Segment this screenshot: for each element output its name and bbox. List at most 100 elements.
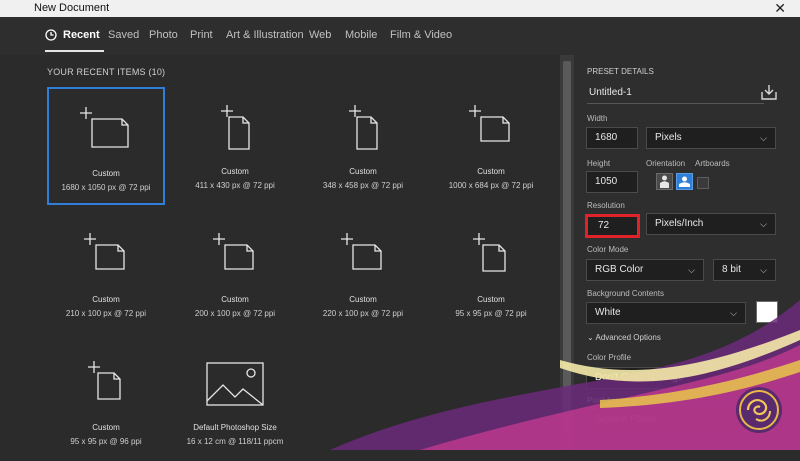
item-dimensions: 411 x 430 px @ 72 ppi <box>195 181 275 190</box>
tab-film-video[interactable]: Film & Video <box>390 17 452 55</box>
color-mode-select[interactable]: RGB Color ⌵ <box>586 259 704 281</box>
category-tabs: Recent Saved Photo Print Art & Illustrat… <box>0 17 800 55</box>
chevron-down-icon: ⌵ <box>760 219 767 229</box>
height-label: Height <box>587 159 611 168</box>
item-dimensions: 1680 x 1050 px @ 72 ppi <box>61 183 151 192</box>
blank-document-icon <box>84 233 125 270</box>
blank-document-icon <box>80 107 129 148</box>
recent-item[interactable]: Custom 95 x 95 px @ 72 ppi <box>432 215 550 333</box>
item-dimensions: 220 x 100 px @ 72 ppi <box>322 309 404 318</box>
color-mode-value: RGB Color <box>595 264 644 275</box>
recent-item[interactable]: Default Photoshop Size 16 x 12 cm @ 118/… <box>176 343 294 461</box>
preset-details-heading: PRESET DETAILS <box>587 67 654 76</box>
close-icon[interactable]: ✕ <box>774 0 786 16</box>
item-dimensions: 348 x 458 px @ 72 ppi <box>322 181 404 190</box>
width-label: Width <box>587 114 608 123</box>
chevron-down-icon: ⌵ <box>730 308 737 318</box>
chevron-down-icon: ⌄ <box>587 333 594 342</box>
artboards-label: Artboards <box>695 159 730 168</box>
item-name: Custom <box>349 295 377 304</box>
recent-item[interactable]: Custom 348 x 458 px @ 72 ppi <box>304 87 422 205</box>
height-input[interactable]: 1050 <box>586 171 638 193</box>
item-name: Custom <box>92 169 120 178</box>
resolution-label: Resolution <box>587 201 625 210</box>
recent-items-panel: YOUR RECENT ITEMS (10) Custom 1680 x 105… <box>0 55 560 450</box>
tab-print[interactable]: Print <box>190 17 213 55</box>
tab-photo[interactable]: Photo <box>149 17 178 55</box>
resolution-input[interactable]: 72 <box>585 214 640 238</box>
bit-depth-select[interactable]: 8 bit ⌵ <box>713 259 776 281</box>
advanced-options-label: Advanced Options <box>595 333 661 342</box>
item-dimensions: 95 x 95 px @ 96 ppi <box>70 437 142 446</box>
recent-item[interactable]: Custom 95 x 95 px @ 96 ppi <box>47 343 165 461</box>
tab-art-illustration[interactable]: Art & Illustration <box>226 17 304 55</box>
tab-recent[interactable]: Recent <box>45 17 104 55</box>
recent-items-heading: YOUR RECENT ITEMS (10) <box>47 67 166 77</box>
recent-scrollbar[interactable] <box>560 55 574 450</box>
item-dimensions: 95 x 95 px @ 72 ppi <box>455 309 527 318</box>
background-contents-select[interactable]: White ⌵ <box>586 302 746 324</box>
item-name: Custom <box>92 295 120 304</box>
blank-document-icon <box>349 105 378 150</box>
bit-depth-value: 8 bit <box>722 264 741 275</box>
landscape-person-icon <box>679 176 690 187</box>
chevron-down-icon: ⌵ <box>760 133 767 143</box>
item-name: Custom <box>477 295 505 304</box>
item-name: Custom <box>349 167 377 176</box>
image-placeholder-icon <box>206 362 264 406</box>
landscape-orientation-button[interactable] <box>676 173 693 190</box>
recent-item[interactable]: Custom 220 x 100 px @ 72 ppi <box>304 215 422 333</box>
tab-label: Recent <box>63 29 100 41</box>
item-dimensions: 1000 x 684 px @ 72 ppi <box>448 181 534 190</box>
blank-document-icon <box>473 233 506 272</box>
width-unit-value: Pixels <box>655 132 682 143</box>
color-profile-label: Color Profile <box>587 353 632 362</box>
pixel-aspect-label: Pixel Aspect Ratio <box>587 396 652 405</box>
recent-item[interactable]: Custom 1000 x 684 px @ 72 ppi <box>432 87 550 205</box>
item-name: Custom <box>221 295 249 304</box>
blank-document-icon <box>469 105 510 142</box>
watermark-logo <box>736 387 782 433</box>
resolution-unit-select[interactable]: Pixels/Inch ⌵ <box>646 213 776 235</box>
item-name: Custom <box>477 167 505 176</box>
item-name: Default Photoshop Size <box>193 423 277 432</box>
scroll-thumb[interactable] <box>563 61 571 436</box>
recent-item[interactable]: Custom 411 x 430 px @ 72 ppi <box>176 87 294 205</box>
chevron-down-icon: ⌵ <box>760 265 767 275</box>
item-dimensions: 200 x 100 px @ 72 ppi <box>194 309 276 318</box>
window-titlebar: New Document ✕ <box>0 0 800 17</box>
artboards-checkbox[interactable] <box>697 177 709 189</box>
item-name: Custom <box>92 423 120 432</box>
pixel-aspect-value: Square Pixels <box>595 414 657 425</box>
orientation-label: Orientation <box>646 159 686 168</box>
window-title: New Document <box>34 2 110 14</box>
document-name-input[interactable]: Untitled-1 <box>587 83 764 104</box>
advanced-options-toggle[interactable]: ⌄ Advanced Options <box>587 333 661 342</box>
blank-document-icon <box>88 361 121 400</box>
tab-web[interactable]: Web <box>309 17 331 55</box>
blank-document-icon <box>221 105 250 150</box>
color-mode-label: Color Mode <box>587 245 629 254</box>
tab-mobile[interactable]: Mobile <box>345 17 377 55</box>
recent-item[interactable]: Custom 1680 x 1050 px @ 72 ppi <box>47 87 165 205</box>
blank-document-icon <box>341 233 382 270</box>
save-preset-icon[interactable] <box>760 83 778 101</box>
clock-icon <box>45 29 57 41</box>
resolution-unit-value: Pixels/Inch <box>655 218 704 229</box>
recent-item[interactable]: Custom 200 x 100 px @ 72 ppi <box>176 215 294 333</box>
background-color-swatch[interactable] <box>756 301 778 323</box>
recent-item[interactable]: Custom 210 x 100 px @ 72 ppi <box>47 215 165 333</box>
portrait-orientation-button[interactable] <box>656 173 673 190</box>
width-input[interactable]: 1680 <box>586 127 638 149</box>
color-profile-value: Don't Color Manage <box>595 372 684 383</box>
item-name: Custom <box>221 167 249 176</box>
tab-saved[interactable]: Saved <box>108 17 139 55</box>
item-dimensions: 16 x 12 cm @ 118/11 ppcm <box>186 437 284 446</box>
background-contents-value: White <box>595 307 621 318</box>
blank-document-icon <box>213 233 254 270</box>
portrait-person-icon <box>660 175 669 188</box>
background-contents-label: Background Contents <box>587 289 664 298</box>
chevron-down-icon: ⌵ <box>688 265 695 275</box>
width-unit-select[interactable]: Pixels ⌵ <box>646 127 776 149</box>
item-dimensions: 210 x 100 px @ 72 ppi <box>65 309 147 318</box>
